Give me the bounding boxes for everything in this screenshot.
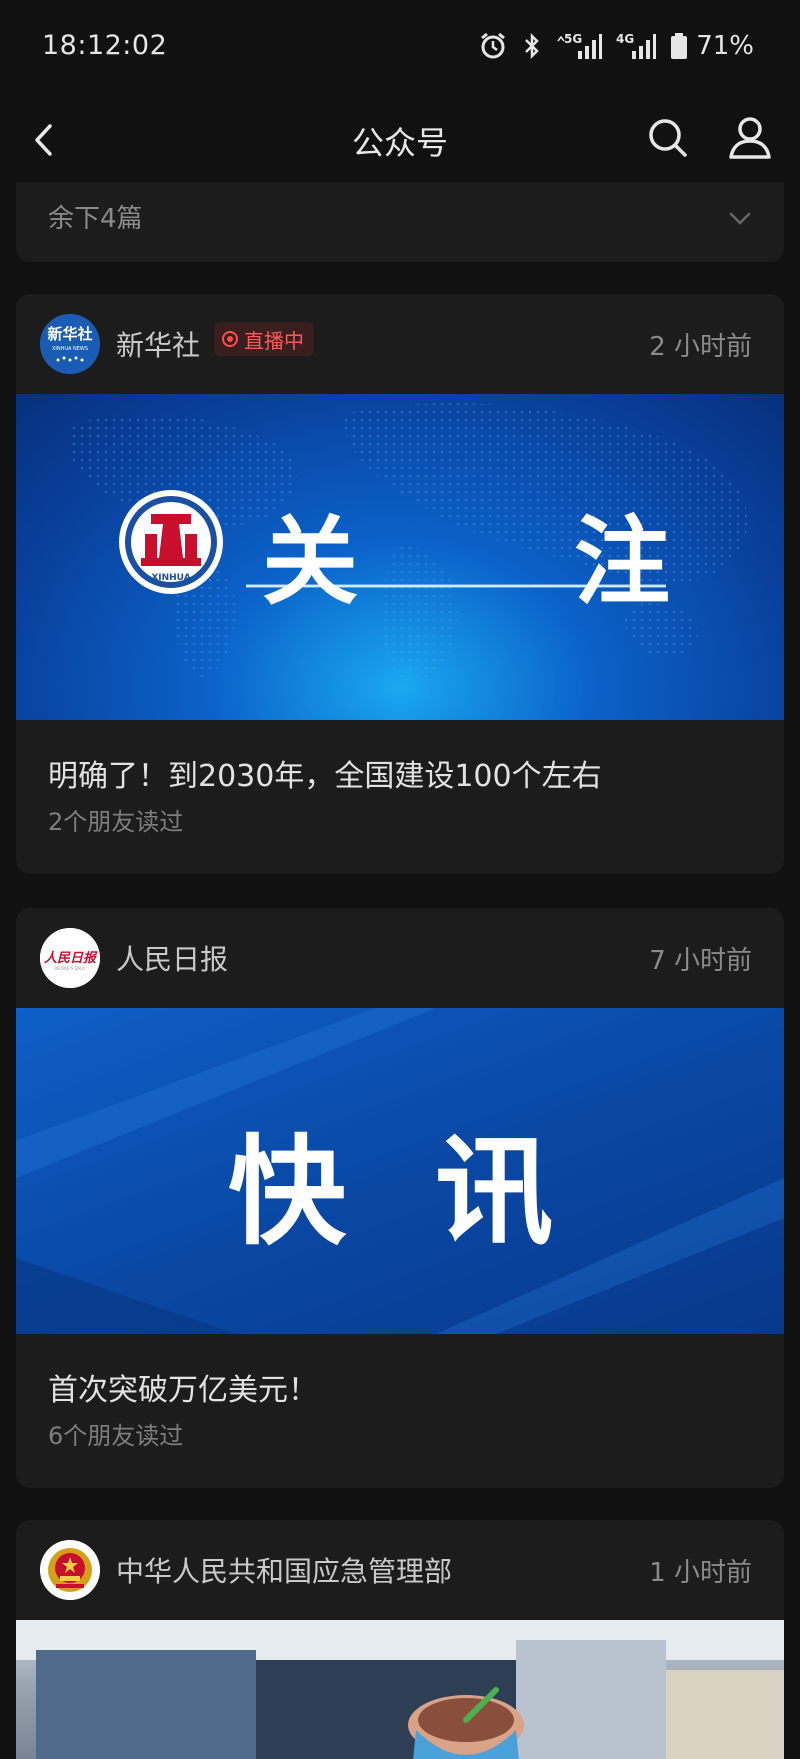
alarm-icon bbox=[481, 32, 506, 59]
cover-word-right: 注 bbox=[574, 505, 670, 618]
article-card[interactable]: 中华人民共和国应急管理部 1 小时前 bbox=[16, 1520, 784, 1759]
live-badge[interactable]: 直播中 bbox=[214, 322, 314, 356]
avatar-text: 新华社 bbox=[47, 325, 92, 343]
account-name[interactable]: 新华社 bbox=[116, 324, 200, 364]
article-card[interactable]: 新华社 XINHUA NEWS 新华社 直播中 2 小时前 XINHUA 关 注… bbox=[16, 294, 784, 874]
friends-read-count: 6个朋友读过 bbox=[48, 1422, 184, 1450]
avatar-subtext: XINHUA NEWS bbox=[52, 346, 88, 352]
person-icon bbox=[729, 117, 771, 159]
profile-button[interactable] bbox=[724, 112, 776, 164]
xinhua-emblem: XINHUA bbox=[119, 490, 223, 594]
network-5g-label: 5G bbox=[564, 32, 582, 46]
battery-icon bbox=[671, 33, 688, 59]
remaining-label: 余下4篇 bbox=[48, 204, 143, 234]
publish-time: 1 小时前 bbox=[649, 1558, 752, 1588]
battery-level: 71% bbox=[696, 31, 754, 61]
publish-time: 7 小时前 bbox=[649, 946, 752, 976]
peoples-daily-avatar[interactable]: 人民日报 PEOPLE'S DAILY bbox=[40, 928, 100, 988]
avatar-subtext: PEOPLE'S DAILY bbox=[54, 966, 86, 971]
article-cover-image[interactable]: XINHUA 关 注 bbox=[16, 394, 784, 720]
nav-bar: 公众号 bbox=[0, 100, 800, 180]
card-header: 中华人民共和国应急管理部 1 小时前 bbox=[16, 1520, 784, 1620]
network-4g-label: 4G bbox=[616, 32, 634, 46]
status-time: 18:12:02 bbox=[42, 30, 168, 61]
xinhua-logo-icon: 新华社 XINHUA NEWS bbox=[40, 314, 100, 374]
signal-4g-icon: 4G bbox=[616, 32, 657, 59]
chevron-down-icon bbox=[729, 212, 751, 225]
article-cover-image[interactable] bbox=[16, 1620, 784, 1759]
ministry-avatar[interactable] bbox=[40, 1540, 100, 1600]
remaining-articles-toggle[interactable]: 余下4篇 bbox=[16, 182, 784, 262]
account-name[interactable]: 中华人民共和国应急管理部 bbox=[116, 1550, 452, 1590]
search-icon bbox=[649, 119, 687, 157]
emblem-text: XINHUA bbox=[151, 573, 190, 583]
live-dot-icon bbox=[222, 331, 238, 347]
article-cover-image[interactable]: 快 讯 bbox=[16, 1008, 784, 1334]
article-title[interactable]: 首次突破万亿美元！ bbox=[48, 1365, 318, 1409]
status-bar: 18:12:02 5G 4G 71% bbox=[0, 0, 800, 90]
status-icons: 5G 4G 71% bbox=[478, 28, 754, 64]
article-title[interactable]: 明确了！到2030年，全国建设100个左右 bbox=[48, 751, 602, 795]
card-header: 人民日报 PEOPLE'S DAILY 人民日报 7 小时前 bbox=[16, 908, 784, 1008]
avatar-text: 人民日报 bbox=[44, 950, 98, 966]
live-label: 直播中 bbox=[244, 328, 304, 353]
xinhua-avatar[interactable]: 新华社 XINHUA NEWS bbox=[40, 314, 100, 374]
cover-photo bbox=[16, 1620, 784, 1759]
bluetooth-icon bbox=[525, 32, 539, 60]
national-emblem-icon bbox=[40, 1540, 100, 1600]
peoples-daily-logo-icon: 人民日报 PEOPLE'S DAILY bbox=[40, 928, 100, 988]
cover-word-left: 关 bbox=[262, 505, 358, 618]
cover-headline: 快 讯 bbox=[228, 1122, 578, 1261]
search-button[interactable] bbox=[644, 114, 692, 162]
signal-5g-icon: 5G bbox=[557, 32, 603, 59]
card-header: 新华社 XINHUA NEWS 新华社 直播中 2 小时前 bbox=[16, 294, 784, 394]
friends-read-count: 2个朋友读过 bbox=[48, 808, 184, 836]
account-name[interactable]: 人民日报 bbox=[116, 938, 228, 978]
article-card[interactable]: 人民日报 PEOPLE'S DAILY 人民日报 7 小时前 快 讯 首次突破万… bbox=[16, 908, 784, 1488]
publish-time: 2 小时前 bbox=[649, 332, 752, 362]
